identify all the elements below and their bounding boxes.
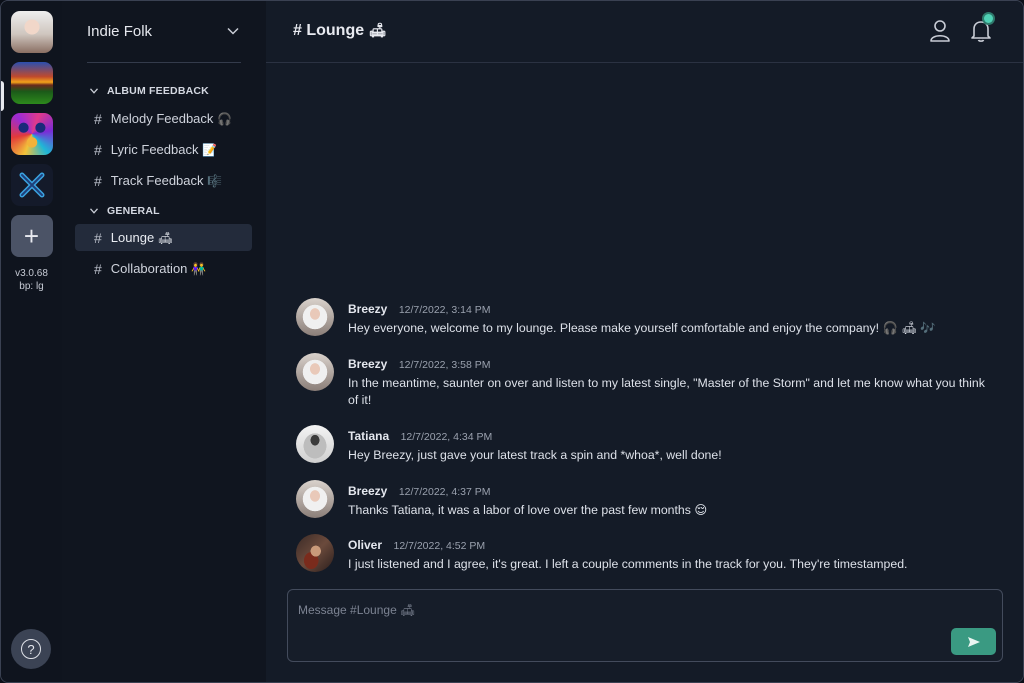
add-server-button[interactable]: + <box>10 215 53 257</box>
app-window: + v3.0.68 bp: lg ? Indie Folk ALBUM FEED… <box>0 0 1024 683</box>
message-text: I just listened and I agree, it's great.… <box>348 557 908 571</box>
send-icon <box>967 636 980 647</box>
breakpoint-label: bp: lg <box>19 281 44 292</box>
message-author[interactable]: Breezy <box>348 357 387 371</box>
message-author[interactable]: Breezy <box>348 302 387 316</box>
chat-panel: # Lounge 🛋 Breezy 12/7/2022, 3:14 PM Hey <box>266 1 1023 682</box>
avatar[interactable] <box>296 353 334 391</box>
version-info: v3.0.68 bp: lg <box>15 267 48 293</box>
notification-dot <box>984 14 993 23</box>
message-meta: Breezy 12/7/2022, 4:37 PM <box>348 482 490 500</box>
message-timestamp: 12/7/2022, 3:58 PM <box>398 359 491 371</box>
message-timestamp: 12/7/2022, 3:14 PM <box>398 304 491 316</box>
server-rail: + v3.0.68 bp: lg ? <box>1 1 62 682</box>
avatar[interactable] <box>296 480 334 518</box>
send-button[interactable] <box>951 628 996 655</box>
active-server-indicator <box>1 81 4 111</box>
x-logo-icon <box>19 172 44 198</box>
avatar[interactable] <box>296 298 334 336</box>
message-timestamp: 12/7/2022, 4:34 PM <box>400 431 493 443</box>
category-general[interactable]: GENERAL <box>90 205 160 217</box>
hash-icon: # <box>94 229 102 246</box>
score-icon: 🎼 <box>207 173 223 188</box>
user-avatar[interactable] <box>10 11 53 53</box>
channel-track-feedback[interactable]: # Track Feedback 🎼 <box>75 167 252 194</box>
message-text: Hey Breezy, just gave your latest track … <box>348 448 722 462</box>
channel-collaboration[interactable]: # Collaboration 👫 <box>75 255 252 282</box>
message-text: In the meantime, saunter on over and lis… <box>348 376 985 407</box>
message-meta: Breezy 12/7/2022, 3:58 PM <box>348 355 490 373</box>
channel-lyric-feedback[interactable]: # Lyric Feedback 📝 <box>75 136 252 163</box>
people-holding-hands-icon: 👫 <box>191 261 206 276</box>
channel-label: Lyric Feedback <box>110 142 199 157</box>
user-icon[interactable] <box>929 19 951 43</box>
channel-melody-feedback[interactable]: # Melody Feedback 🎧 <box>75 105 252 132</box>
chevron-down-icon[interactable] <box>227 27 239 35</box>
memo-icon: 📝 <box>202 142 218 157</box>
message-meta: Oliver 12/7/2022, 4:52 PM <box>348 536 485 554</box>
message-timestamp: 12/7/2022, 4:52 PM <box>393 540 486 552</box>
couch-icon: 🛋 <box>157 230 174 245</box>
message-timestamp: 12/7/2022, 4:37 PM <box>398 486 491 498</box>
message-meta: Tatiana 12/7/2022, 4:34 PM <box>348 427 492 445</box>
version-label: v3.0.68 <box>15 268 48 279</box>
sidebar-divider <box>87 62 241 63</box>
server-icon-indie-folk[interactable] <box>10 62 53 104</box>
channel-title: # Lounge 🛋 <box>293 22 386 40</box>
message-text: Thanks Tatiana, it was a labor of love o… <box>348 503 708 517</box>
server-icon-tiger[interactable] <box>10 113 53 155</box>
hash-icon: # <box>94 141 102 158</box>
hash-icon: # <box>94 110 102 127</box>
channel-label: Lounge <box>110 230 155 245</box>
couch-icon: 🛋 <box>368 23 387 39</box>
message-composer <box>287 589 1003 662</box>
hash-icon: # <box>94 260 102 277</box>
avatar[interactable] <box>296 534 334 572</box>
message-author[interactable]: Breezy <box>348 484 387 498</box>
channel-lounge[interactable]: # Lounge 🛋 <box>75 224 252 251</box>
message-input[interactable] <box>298 600 898 620</box>
category-album-feedback[interactable]: ALBUM FEEDBACK <box>90 85 209 97</box>
channel-label: Track Feedback <box>110 173 204 188</box>
channel-title-text: # Lounge <box>293 22 365 39</box>
server-icon-x[interactable] <box>10 164 53 206</box>
category-label: ALBUM FEEDBACK <box>107 85 209 97</box>
question-icon: ? <box>21 639 41 659</box>
hash-icon: # <box>94 172 102 189</box>
chevron-down-icon <box>90 208 98 214</box>
headphones-icon: 🎧 <box>217 111 232 126</box>
channel-header: # Lounge 🛋 <box>266 1 1023 63</box>
message-text: Hey everyone, welcome to my lounge. Plea… <box>348 321 936 335</box>
channel-sidebar: Indie Folk ALBUM FEEDBACK # Melody Feedb… <box>62 1 266 682</box>
message-meta: Breezy 12/7/2022, 3:14 PM <box>348 300 490 318</box>
message-author[interactable]: Oliver <box>348 538 382 552</box>
channel-label: Melody Feedback <box>110 111 214 126</box>
channel-label: Collaboration <box>110 261 188 276</box>
message-author[interactable]: Tatiana <box>348 429 389 443</box>
category-label: GENERAL <box>107 205 160 217</box>
chevron-down-icon <box>90 88 98 94</box>
help-button[interactable]: ? <box>11 629 51 669</box>
server-name[interactable]: Indie Folk <box>87 23 242 43</box>
avatar[interactable] <box>296 425 334 463</box>
plus-icon: + <box>23 221 40 251</box>
